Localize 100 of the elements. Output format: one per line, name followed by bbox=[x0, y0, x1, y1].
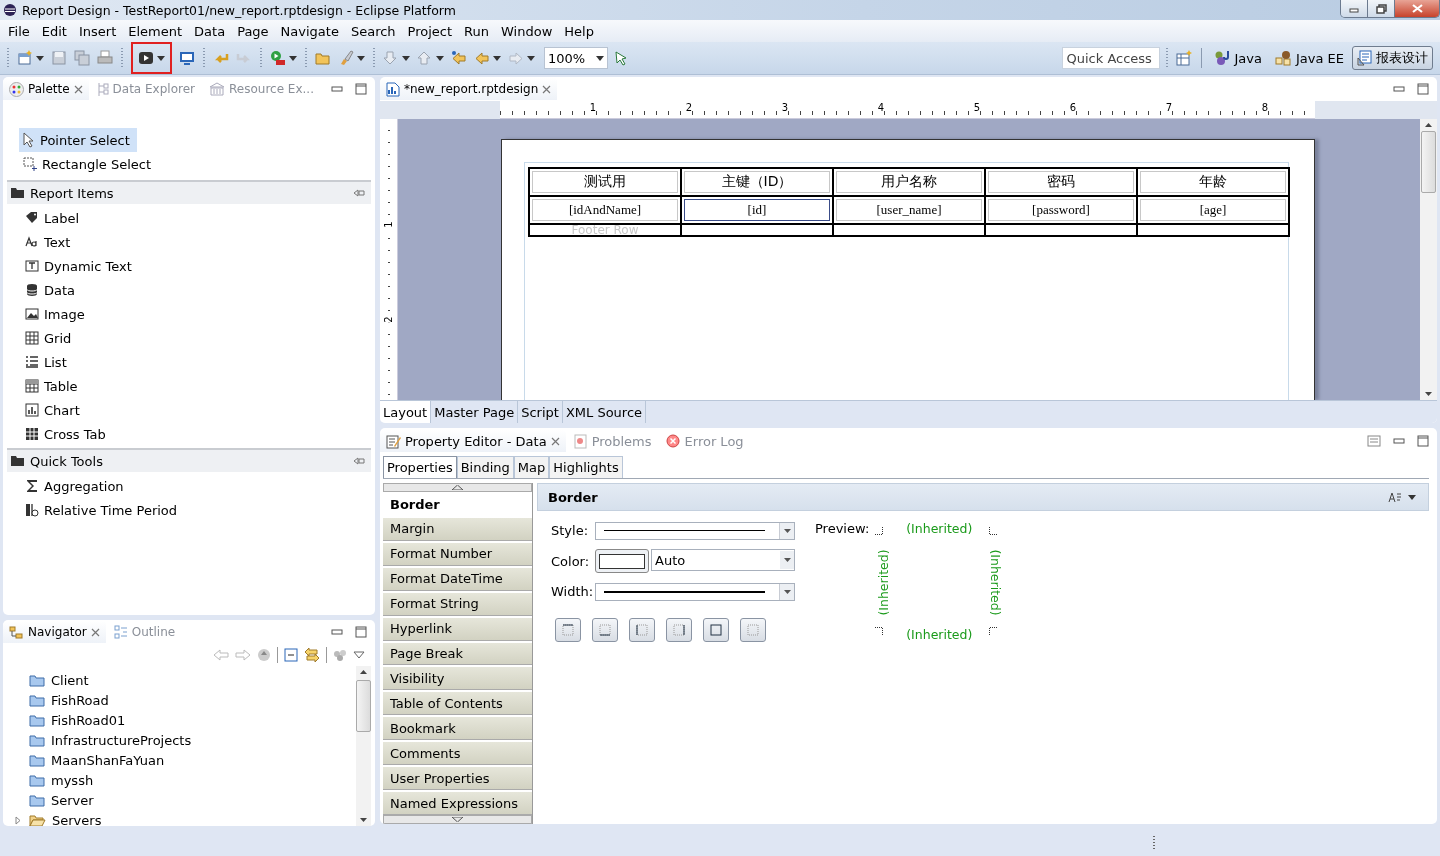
border-left-button[interactable] bbox=[629, 618, 655, 643]
data-cell[interactable]: [idAndName] bbox=[532, 199, 678, 221]
minimize-icon[interactable] bbox=[331, 627, 343, 637]
category-item[interactable]: Format String bbox=[383, 592, 532, 616]
tree-item[interactable]: FishRoad bbox=[51, 692, 109, 708]
close-button[interactable] bbox=[1395, 0, 1439, 17]
palette-item[interactable]: Text bbox=[21, 230, 75, 254]
data-cell[interactable]: [age] bbox=[1140, 199, 1286, 221]
palette-item[interactable]: Pointer Select bbox=[19, 128, 137, 152]
header-cell[interactable]: 主键（ID） bbox=[684, 171, 830, 193]
editor-page-tab[interactable]: Master Page bbox=[431, 401, 519, 423]
caret-down-icon[interactable] bbox=[1408, 494, 1416, 500]
category-item[interactable]: Visibility bbox=[383, 667, 532, 691]
menu-item[interactable]: Data bbox=[188, 23, 232, 39]
tree-item[interactable]: Client bbox=[51, 672, 89, 688]
save-icon[interactable] bbox=[51, 50, 67, 66]
palette-drawer-header[interactable]: Quick Tools bbox=[7, 448, 371, 472]
menu-item[interactable]: Page bbox=[231, 23, 275, 39]
menu-item[interactable]: File bbox=[2, 23, 36, 39]
palette-item[interactable]: Data bbox=[21, 278, 80, 302]
sort-icon[interactable] bbox=[1388, 491, 1402, 503]
maximize-icon[interactable] bbox=[1417, 83, 1429, 95]
caret-down-icon[interactable] bbox=[157, 55, 165, 61]
border-bottom-button[interactable] bbox=[592, 618, 618, 643]
editor-tab[interactable]: *new_report.rptdesign bbox=[380, 78, 558, 100]
restore-button[interactable] bbox=[1368, 0, 1395, 17]
border-top-button[interactable] bbox=[555, 618, 581, 643]
border-none-button[interactable] bbox=[740, 618, 766, 643]
category-item[interactable]: Margin bbox=[383, 517, 532, 541]
zoom-dropdown[interactable]: 100% bbox=[544, 47, 608, 69]
palette-item[interactable]: Label bbox=[21, 206, 84, 230]
header-cell[interactable]: 测试用 bbox=[532, 171, 678, 193]
scrollbar[interactable] bbox=[1420, 119, 1437, 400]
view-menu-icon[interactable] bbox=[353, 651, 365, 659]
filter-icon[interactable] bbox=[333, 649, 347, 661]
style-dropdown[interactable] bbox=[595, 521, 795, 540]
palette-item[interactable]: Dynamic Text bbox=[21, 254, 136, 278]
editor-page-tab[interactable]: Script bbox=[518, 401, 563, 423]
tree-item[interactable]: Servers bbox=[52, 812, 102, 826]
caret-down-icon[interactable] bbox=[357, 55, 365, 61]
scrollbar[interactable] bbox=[356, 666, 371, 826]
minimize-icon[interactable] bbox=[1393, 84, 1405, 94]
header-cell[interactable]: 密码 bbox=[988, 171, 1134, 193]
quick-access-field[interactable]: Quick Access bbox=[1061, 47, 1160, 69]
save-all-icon[interactable] bbox=[74, 50, 90, 66]
monitor-icon[interactable] bbox=[179, 50, 195, 66]
pin-icon[interactable] bbox=[353, 456, 365, 466]
category-item[interactable]: Format DateTime bbox=[383, 567, 532, 591]
palette-item[interactable]: List bbox=[21, 350, 71, 374]
category-item[interactable]: User Properties bbox=[383, 767, 532, 791]
open-perspective-icon[interactable] bbox=[1175, 50, 1192, 66]
minimize-button[interactable] bbox=[1341, 0, 1368, 17]
category-item[interactable]: Format Number bbox=[383, 542, 532, 566]
menu-item[interactable]: Edit bbox=[35, 23, 73, 39]
color-dropdown[interactable]: Auto bbox=[651, 549, 795, 572]
link-arrows-icon[interactable] bbox=[304, 647, 320, 663]
tab[interactable]: Palette bbox=[3, 78, 89, 100]
editor-page-tab[interactable]: Layout bbox=[380, 401, 432, 423]
palette-item[interactable]: Cross Tab bbox=[21, 422, 110, 446]
palette-item[interactable]: Chart bbox=[21, 398, 84, 422]
menu-item[interactable]: Element bbox=[122, 23, 189, 39]
category-item[interactable]: Page Break bbox=[383, 642, 532, 666]
tab[interactable]: Binding bbox=[456, 456, 514, 478]
run-icon[interactable] bbox=[270, 50, 286, 66]
palette-item[interactable]: Image bbox=[21, 302, 89, 326]
palette-item[interactable]: Aggregation bbox=[21, 474, 128, 498]
caret-down-icon[interactable] bbox=[493, 55, 501, 61]
data-cell[interactable]: [id] bbox=[684, 199, 830, 221]
pin-icon[interactable] bbox=[353, 188, 365, 198]
minimize-icon[interactable] bbox=[331, 84, 343, 94]
expand-icon[interactable] bbox=[15, 815, 21, 825]
tab[interactable]: Properties bbox=[383, 456, 457, 478]
tree-item[interactable]: Server bbox=[51, 792, 94, 808]
menu-item[interactable]: Search bbox=[344, 23, 402, 39]
maximize-icon[interactable] bbox=[355, 83, 367, 95]
palette-item[interactable]: Relative Time Period bbox=[21, 498, 182, 522]
perspective-button[interactable]: 报表设计 bbox=[1352, 46, 1433, 70]
tab[interactable]: Map bbox=[513, 456, 550, 478]
width-dropdown[interactable] bbox=[595, 582, 795, 601]
category-item[interactable]: Comments bbox=[383, 742, 532, 766]
menu-item[interactable]: Help bbox=[558, 23, 600, 39]
header-cell[interactable]: 年龄 bbox=[1140, 171, 1286, 193]
palette-item[interactable]: Table bbox=[21, 374, 82, 398]
border-all-button[interactable] bbox=[703, 618, 729, 643]
category-item[interactable]: Bookmark bbox=[383, 717, 532, 741]
caret-down-icon[interactable] bbox=[402, 55, 410, 61]
menu-item[interactable]: Navigate bbox=[274, 23, 345, 39]
caret-down-icon[interactable] bbox=[527, 55, 535, 61]
scroll-thumb[interactable] bbox=[356, 680, 371, 732]
print-icon[interactable] bbox=[97, 50, 113, 66]
collapse-all-icon[interactable] bbox=[284, 648, 298, 662]
caret-down-icon[interactable] bbox=[289, 55, 297, 61]
caret-down-icon[interactable] bbox=[36, 55, 44, 61]
scroll-down-button[interactable] bbox=[383, 814, 532, 824]
play-icon[interactable] bbox=[138, 50, 154, 66]
maximize-icon[interactable] bbox=[1417, 435, 1429, 447]
perspective-button[interactable]: Java EE bbox=[1269, 47, 1349, 69]
maximize-icon[interactable] bbox=[355, 626, 367, 638]
category-item[interactable]: Hyperlink bbox=[383, 617, 532, 641]
close-icon[interactable] bbox=[542, 84, 552, 94]
